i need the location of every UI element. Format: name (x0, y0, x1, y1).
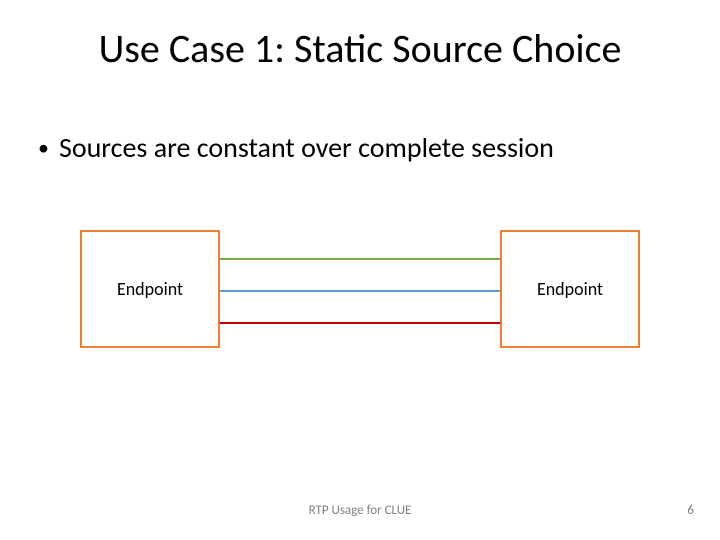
stream-line-1 (218, 258, 502, 260)
bullet-item: • Sources are constant over complete sess… (38, 130, 554, 165)
slide-title: Use Case 1: Static Source Choice (0, 24, 720, 73)
endpoint-box-right: Endpoint (500, 230, 640, 348)
page-number: 6 (687, 503, 694, 518)
bullet-dot-icon: • (38, 137, 49, 159)
bullet-text: Sources are constant over complete sessi… (59, 130, 554, 165)
endpoint-right-label: Endpoint (537, 278, 603, 300)
endpoint-box-left: Endpoint (80, 230, 220, 348)
endpoint-left-label: Endpoint (117, 278, 183, 300)
footer-text: RTP Usage for CLUE (0, 503, 720, 518)
stream-line-2 (218, 290, 502, 292)
stream-line-3 (218, 322, 502, 324)
